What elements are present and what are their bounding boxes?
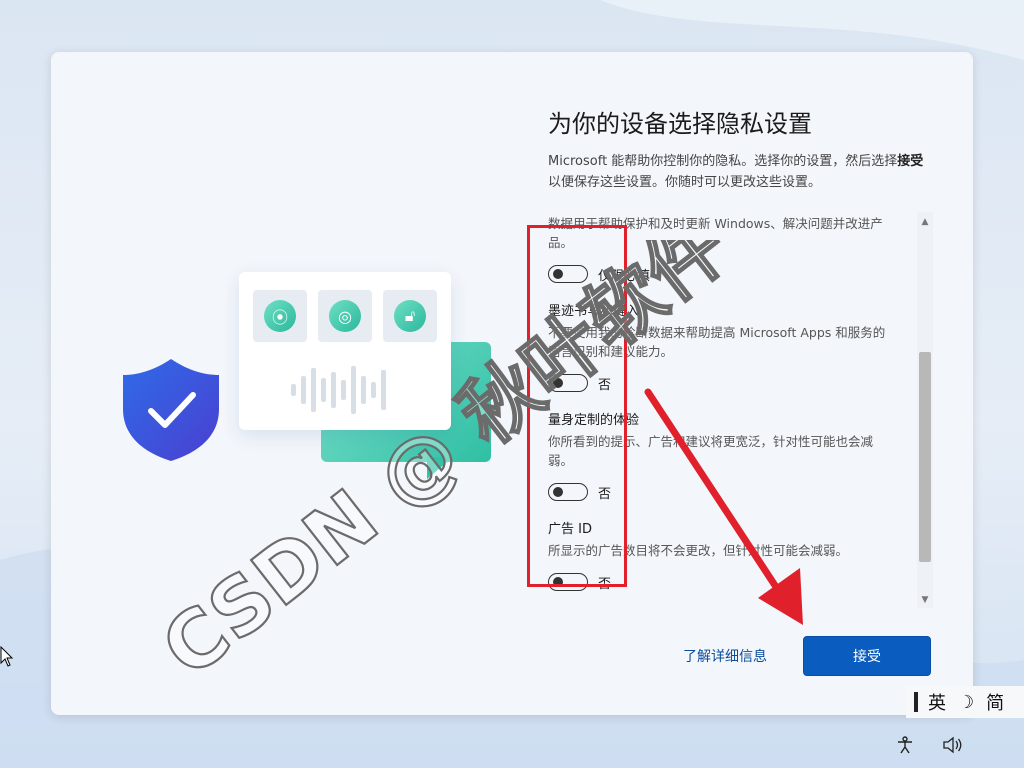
setting-description: 关及运行状况及其设置和功能以及它在何处运行的信息。诊断数据用于帮助保护和及时更新… [548, 216, 883, 250]
ime-toolbar: 英 ☽ 简 [906, 686, 1024, 718]
setting-advertising-id: 广告 ID 所显示的广告数目将不会更改，但针对性可能会减弱。 否 [548, 518, 888, 594]
scroll-up-icon[interactable]: ▲ [917, 214, 933, 230]
ime-mode-indicator[interactable]: 简 [986, 689, 1004, 715]
toggle-label: 否 [598, 486, 612, 502]
scroll-down-icon[interactable]: ▼ [917, 592, 933, 608]
settings-scroll-area[interactable]: 关及运行状况及其设置和功能以及它在何处运行的信息。诊断数据用于帮助保护和及时更新… [548, 212, 920, 610]
shield-check-icon [123, 359, 219, 461]
toggle-row: 否 [548, 480, 888, 504]
chat-bubble-tail [427, 457, 453, 479]
location-tile: ⦿ [253, 290, 307, 342]
mouse-cursor-icon [0, 646, 14, 667]
advertising-id-toggle[interactable] [548, 573, 588, 591]
description-text-suffix: 以便保存这些设置。你随时可以更改这些设置。 [548, 175, 822, 190]
setting-tailored-experiences: 量身定制的体验 你所看到的提示、广告和建议将更宽泛，针对性可能也会减弱。 否 [548, 409, 888, 504]
scrollbar-thumb[interactable] [919, 352, 931, 562]
setting-description: 所显示的广告数目将不会更改，但针对性可能会减弱。 [548, 543, 849, 558]
setting-inking-typing: 墨迹书写和键入 不要使用我的诊断数据来帮助提高 Microsoft Apps 和… [548, 300, 888, 395]
toggle-row: 仅限必填 [548, 262, 888, 286]
toggle-row: 否 [548, 570, 888, 594]
moon-icon[interactable]: ☽ [958, 692, 974, 713]
audio-wave-icon [291, 366, 386, 414]
toggle-knob [553, 378, 563, 388]
fingerprint-tile: ◎ [318, 290, 372, 342]
ime-language-indicator[interactable]: 英 [928, 689, 946, 715]
accept-button[interactable]: 接受 [803, 636, 931, 676]
setting-description: 不要使用我的诊断数据来帮助提高 Microsoft Apps 和服务的语言识别和… [548, 325, 886, 359]
volume-icon[interactable] [942, 736, 964, 758]
setting-title: 量身定制的体验 [548, 413, 640, 428]
learn-more-link[interactable]: 了解详细信息 [683, 646, 767, 666]
toggle-label: 否 [598, 377, 612, 393]
location-pin-icon: ⦿ [264, 300, 296, 332]
page-title: 为你的设备选择隐私设置 [548, 110, 812, 138]
toggle-row: 否 [548, 371, 888, 395]
setting-description: 你所看到的提示、广告和建议将更宽泛，针对性可能也会减弱。 [548, 434, 874, 468]
toggle-label: 仅限必填 [598, 268, 651, 284]
accessibility-icon[interactable] [896, 736, 914, 758]
description-accept-word: 接受 [897, 154, 924, 169]
setting-title: 广告 ID [548, 522, 592, 537]
tailored-experiences-toggle[interactable] [548, 483, 588, 501]
settings-scrollbar[interactable]: ▲ ▼ [917, 212, 933, 608]
privacy-illustration: ⦿ ◎ 🔓︎ [121, 272, 491, 522]
toggle-knob [553, 487, 563, 497]
description-text: Microsoft 能帮助你控制你的隐私。选择你的设置，然后选择 [548, 154, 898, 169]
settings-list: 关及运行状况及其设置和功能以及它在何处运行的信息。诊断数据用于帮助保护和及时更新… [548, 212, 888, 608]
toggle-knob [553, 269, 563, 279]
fingerprint-icon: ◎ [329, 300, 361, 332]
toggle-label: 否 [598, 576, 612, 592]
lock-icon: 🔓︎ [394, 300, 426, 332]
privacy-settings-dialog: ⦿ ◎ 🔓︎ 为你的设备选择隐私设置 Microsoft 能帮助你控制你的隐私。… [51, 52, 973, 715]
setting-title: 墨迹书写和键入 [548, 304, 640, 319]
setting-diagnostic-data: 关及运行状况及其设置和功能以及它在何处运行的信息。诊断数据用于帮助保护和及时更新… [548, 212, 888, 286]
page-description: Microsoft 能帮助你控制你的隐私。选择你的设置，然后选择接受以便保存这些… [548, 151, 928, 193]
inking-typing-toggle[interactable] [548, 374, 588, 392]
toggle-knob [553, 577, 563, 587]
ime-handle[interactable] [914, 692, 918, 712]
lock-tile: 🔓︎ [383, 290, 437, 342]
diagnostic-data-toggle[interactable] [548, 265, 588, 283]
